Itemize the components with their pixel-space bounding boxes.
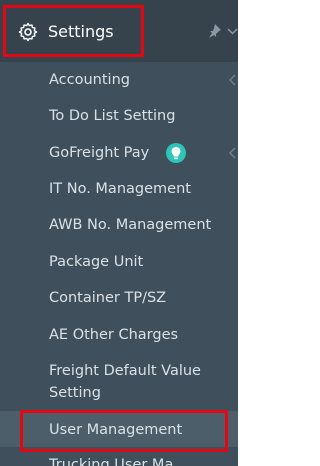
menu-item-label: To Do List Setting <box>49 108 176 124</box>
pin-icon[interactable] <box>206 23 222 39</box>
menu-item-label: Freight Default Value <box>49 363 201 379</box>
sidebar-panel: Settings Accounting To Do List Setting G… <box>0 0 238 466</box>
highlight-box-user-management <box>20 410 228 452</box>
menu-item-trucking-user-management[interactable]: Trucking User Ma <box>49 455 229 466</box>
menu-item-label: Package Unit <box>49 254 144 270</box>
chevron-left-icon[interactable] <box>228 74 237 86</box>
menu-item-label: Accounting <box>49 72 130 88</box>
menu-item-label: GoFreight Pay <box>49 145 150 161</box>
lightbulb-icon <box>166 143 186 163</box>
highlight-box-settings <box>3 5 144 57</box>
menu-item-label: Trucking User Ma <box>49 457 174 466</box>
menu-item-label: AWB No. Management <box>49 217 212 233</box>
menu-item-label: IT No. Management <box>49 181 191 197</box>
chevron-left-icon[interactable] <box>228 147 237 159</box>
menu-item-freight-default-value-setting[interactable]: Freight Default Value Setting <box>0 361 238 405</box>
menu-item-label: Setting <box>49 385 101 401</box>
menu-item-label: Container TP/SZ <box>49 290 167 306</box>
menu-item-label: AE Other Charges <box>49 327 179 343</box>
chevron-down-icon[interactable] <box>227 25 238 37</box>
